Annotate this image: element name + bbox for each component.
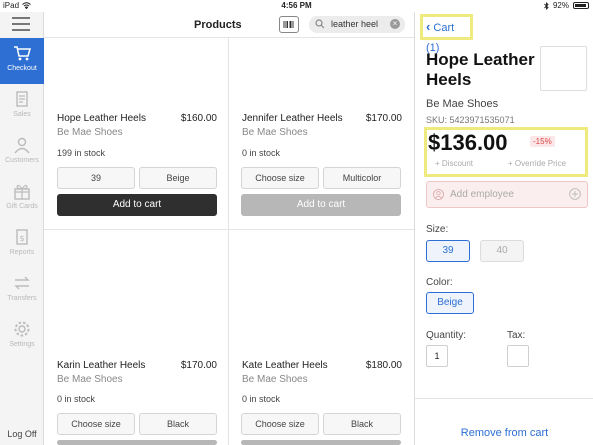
color-select[interactable]: Beige xyxy=(139,167,217,189)
gear-icon xyxy=(14,321,30,337)
add-discount-link[interactable]: + Discount xyxy=(435,159,473,168)
sidebar-item-label: Customers xyxy=(5,157,39,164)
size-select[interactable]: Choose size xyxy=(241,413,319,435)
size-select[interactable]: 39 xyxy=(57,167,135,189)
add-to-cart-button[interactable] xyxy=(57,440,217,445)
price-box: $136.00 -15% + Discount + Override Price xyxy=(424,127,588,177)
person-icon xyxy=(14,137,30,154)
barcode-scan-button[interactable] xyxy=(279,16,299,33)
product-price: $170.00 xyxy=(365,113,402,124)
product-card[interactable]: Jennifer Leather Heels $170.00 Be Mae Sh… xyxy=(229,38,413,229)
product-brand: Be Mae Shoes xyxy=(242,127,308,138)
sidebar-item-checkout[interactable]: Checkout xyxy=(0,38,44,84)
product-card[interactable]: Hope Leather Heels $160.00 Be Mae Shoes … xyxy=(44,38,228,229)
plus-circle-icon[interactable] xyxy=(569,188,581,200)
size-label: Size: xyxy=(426,224,449,235)
sidebar-item-sales[interactable]: Sales xyxy=(0,84,44,130)
discount-badge: -15% xyxy=(530,136,555,147)
size-select[interactable]: Choose size xyxy=(241,167,319,189)
override-price-link[interactable]: + Override Price xyxy=(508,159,566,168)
add-to-cart-button[interactable]: Add to cart xyxy=(241,194,401,216)
barcode-icon xyxy=(283,21,294,28)
chevron-left-icon: ‹ xyxy=(426,19,431,34)
sidebar-item-label: Transfers xyxy=(7,295,37,302)
stock-count: 199 in stock xyxy=(57,148,106,158)
sidebar-item-label: Gift Cards xyxy=(6,203,38,210)
size-select[interactable]: Choose size xyxy=(57,413,135,435)
product-brand: Be Mae Shoes xyxy=(242,374,308,385)
add-employee-field[interactable]: Add employee xyxy=(426,181,588,208)
product-sku: SKU: 5423971535071 xyxy=(426,115,515,125)
product-price: $160.00 xyxy=(180,113,217,124)
product-price: $180.00 xyxy=(365,360,402,371)
bluetooth-icon xyxy=(544,1,549,10)
menu-icon[interactable] xyxy=(12,17,30,31)
page-title: Products xyxy=(194,19,242,31)
transfer-icon xyxy=(14,276,30,290)
product-name: Hope Leather Heels xyxy=(57,113,146,124)
size-option[interactable]: 40 xyxy=(480,240,524,262)
report-icon: $ xyxy=(16,229,28,245)
gift-icon xyxy=(14,184,30,200)
sidebar-item-gift-cards[interactable]: Gift Cards xyxy=(0,176,44,222)
sidebar-item-reports[interactable]: $ Reports xyxy=(0,222,44,268)
search-input[interactable]: leather heel × xyxy=(309,16,405,33)
quantity-label: Quantity: xyxy=(426,330,467,341)
product-detail-panel: ‹ Cart (1) Hope Leather Heels Be Mae Sho… xyxy=(414,12,593,445)
product-brand: Be Mae Shoes xyxy=(57,127,123,138)
sidebar-item-label: Sales xyxy=(13,111,31,118)
product-name: Jennifer Leather Heels xyxy=(242,113,343,124)
sidebar-item-label: Settings xyxy=(9,341,35,348)
battery-percent: 92% xyxy=(552,1,569,10)
color-option[interactable]: Beige xyxy=(426,292,474,314)
product-brand: Be Mae Shoes xyxy=(57,374,123,385)
sidebar-item-settings[interactable]: Settings xyxy=(0,314,44,360)
sidebar: Checkout Sales Customers Gift Cards $ Re… xyxy=(0,12,44,445)
product-card[interactable]: Kate Leather Heels $180.00 Be Mae Shoes … xyxy=(229,230,413,445)
product-brand: Be Mae Shoes xyxy=(426,98,499,110)
clock: 4:56 PM xyxy=(281,1,312,10)
stock-count: 0 in stock xyxy=(242,394,281,404)
product-image xyxy=(540,46,587,91)
color-select[interactable]: Black xyxy=(323,413,401,435)
add-to-cart-button[interactable] xyxy=(241,440,401,445)
divider xyxy=(415,398,593,399)
search-value: leather heel xyxy=(331,19,379,29)
product-name: Kate Leather Heels xyxy=(242,360,328,371)
product-name: Karin Leather Heels xyxy=(57,360,146,371)
stock-count: 0 in stock xyxy=(57,394,96,404)
logoff-button[interactable]: Log Off xyxy=(0,429,44,439)
color-label: Color: xyxy=(426,277,453,288)
tax-checkbox[interactable] xyxy=(507,345,529,367)
add-to-cart-button[interactable]: Add to cart xyxy=(57,194,217,216)
remove-from-cart-button[interactable]: Remove from cart xyxy=(415,427,593,439)
battery-icon xyxy=(573,2,589,9)
status-bar: iPad 4:56 PM 92% xyxy=(0,0,593,12)
svg-text:$: $ xyxy=(19,234,24,243)
product-price: $170.00 xyxy=(180,360,217,371)
document-icon xyxy=(16,91,28,107)
color-select[interactable]: Black xyxy=(139,413,217,435)
employee-placeholder: Add employee xyxy=(450,189,514,200)
sidebar-item-transfers[interactable]: Transfers xyxy=(0,268,44,314)
cart-icon xyxy=(14,46,31,61)
product-price[interactable]: $136.00 xyxy=(428,130,508,156)
product-title: Hope Leather Heels xyxy=(426,50,535,89)
color-select[interactable]: Multicolor xyxy=(323,167,401,189)
stock-count: 0 in stock xyxy=(242,148,281,158)
products-header: Products leather heel × xyxy=(44,12,414,38)
sidebar-item-customers[interactable]: Customers xyxy=(0,130,44,176)
sidebar-item-label: Reports xyxy=(9,249,35,256)
product-card[interactable]: Karin Leather Heels $170.00 Be Mae Shoes… xyxy=(44,230,228,445)
search-icon xyxy=(315,19,325,29)
person-icon xyxy=(433,189,444,200)
back-to-cart-button[interactable]: ‹ Cart (1) xyxy=(420,14,473,54)
size-option[interactable]: 39 xyxy=(426,240,470,262)
tax-label: Tax: xyxy=(507,330,526,341)
clear-search-icon[interactable]: × xyxy=(390,19,400,29)
products-panel: Products leather heel × Hope Leather Hee… xyxy=(44,12,414,445)
sidebar-item-label: Checkout xyxy=(7,65,37,72)
quantity-field[interactable]: 1 xyxy=(426,345,448,367)
